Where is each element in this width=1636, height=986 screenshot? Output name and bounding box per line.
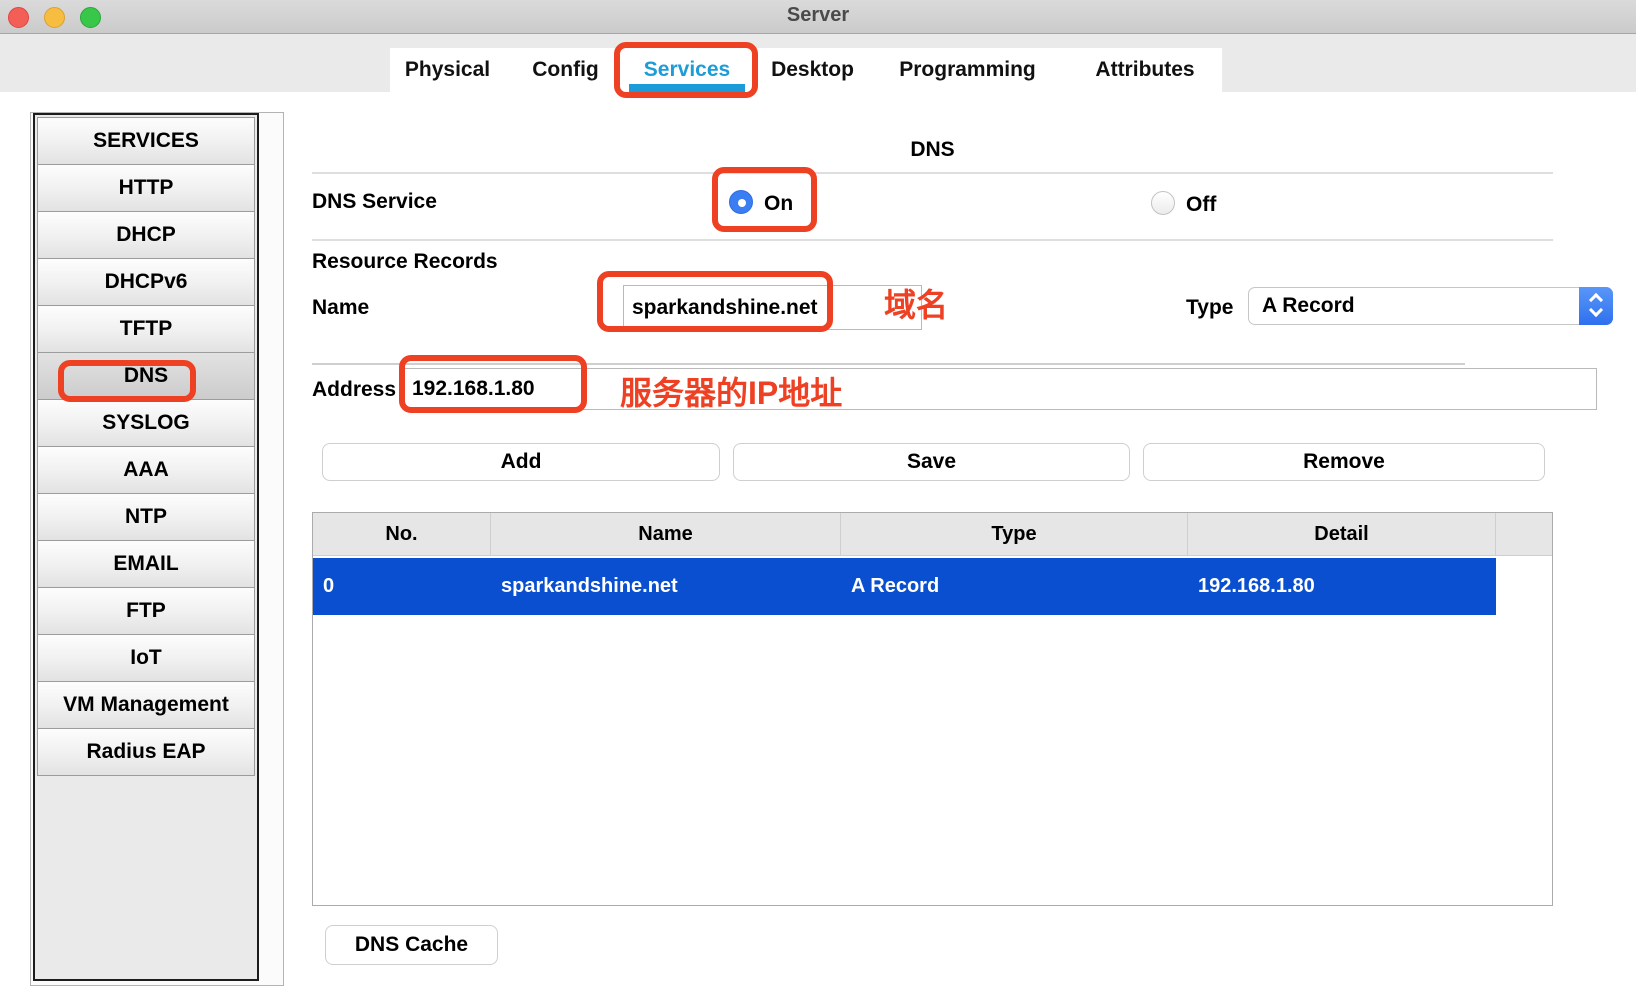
window-title: Server	[0, 4, 1636, 27]
address-label: Address	[312, 378, 396, 402]
type-select[interactable]: A Record	[1248, 287, 1613, 325]
sidebar-item-iot[interactable]: IoT	[37, 634, 255, 682]
divider	[312, 363, 1465, 365]
sidebar-item-ftp[interactable]: FTP	[37, 587, 255, 635]
dns-service-on-radio[interactable]	[729, 190, 753, 214]
tab-attributes[interactable]: Attributes	[1065, 48, 1225, 92]
sidebar-item-syslog[interactable]: SYSLOG	[37, 399, 255, 447]
sidebar-item-services[interactable]: SERVICES	[37, 117, 255, 165]
sidebar-item-dhcpv6[interactable]: DHCPv6	[37, 258, 255, 306]
row-type: A Record	[841, 558, 1188, 615]
tab-physical[interactable]: Physical	[390, 48, 505, 92]
table-header-row: No. Name Type Detail	[313, 513, 1552, 556]
divider	[312, 239, 1553, 241]
tab-programming[interactable]: Programming	[880, 48, 1055, 92]
divider	[312, 172, 1553, 174]
chevron-down-icon	[1589, 303, 1603, 317]
active-tab-underline	[629, 84, 745, 95]
table-header-no: No.	[313, 513, 491, 555]
save-button[interactable]: Save	[733, 443, 1130, 481]
sidebar-item-radius-eap[interactable]: Radius EAP	[37, 728, 255, 776]
table-header-detail: Detail	[1188, 513, 1496, 555]
tab-desktop[interactable]: Desktop	[755, 48, 870, 92]
sidebar-item-aaa[interactable]: AAA	[37, 446, 255, 494]
dns-service-on-label: On	[764, 192, 793, 216]
dns-service-off-label: Off	[1186, 193, 1216, 217]
resource-records-table: No. Name Type Detail 0 sparkandshine.net…	[312, 512, 1553, 906]
sidebar-item-email[interactable]: EMAIL	[37, 540, 255, 588]
tab-config[interactable]: Config	[513, 48, 618, 92]
type-label: Type	[1186, 296, 1233, 320]
dns-service-label: DNS Service	[312, 190, 437, 214]
services-sidebar: SERVICES HTTP DHCP DHCPv6 TFTP DNS SYSLO…	[33, 113, 259, 981]
dns-cache-button[interactable]: DNS Cache	[325, 925, 498, 965]
name-label: Name	[312, 296, 369, 320]
sidebar-item-tftp[interactable]: TFTP	[37, 305, 255, 353]
add-button[interactable]: Add	[322, 443, 720, 481]
name-input[interactable]	[623, 285, 922, 330]
sidebar-item-dhcp[interactable]: DHCP	[37, 211, 255, 259]
sidebar-item-vm-management[interactable]: VM Management	[37, 681, 255, 729]
dns-service-off-radio[interactable]	[1151, 191, 1175, 215]
table-row[interactable]: 0 sparkandshine.net A Record 192.168.1.8…	[313, 558, 1496, 615]
table-header-spacer	[1496, 513, 1552, 555]
select-stepper-icon	[1579, 287, 1613, 325]
resource-records-label: Resource Records	[312, 250, 498, 274]
sidebar-item-ntp[interactable]: NTP	[37, 493, 255, 541]
row-no: 0	[313, 558, 491, 615]
type-select-value: A Record	[1262, 288, 1355, 324]
sidebar-item-dns[interactable]: DNS	[37, 352, 255, 400]
server-config-window: Server Physical Config Services Desktop …	[0, 0, 1636, 986]
row-name: sparkandshine.net	[491, 558, 841, 615]
row-detail: 192.168.1.80	[1188, 558, 1496, 615]
annotation-ip-note: 服务器的IP地址	[620, 368, 842, 414]
title-bar: Server	[0, 0, 1636, 34]
sidebar-item-http[interactable]: HTTP	[37, 164, 255, 212]
annotation-domain-note: 域名	[884, 280, 948, 326]
address-input[interactable]	[403, 368, 1597, 410]
table-header-name: Name	[491, 513, 841, 555]
remove-button[interactable]: Remove	[1143, 443, 1545, 481]
table-header-type: Type	[841, 513, 1188, 555]
dns-heading: DNS	[312, 138, 1553, 162]
